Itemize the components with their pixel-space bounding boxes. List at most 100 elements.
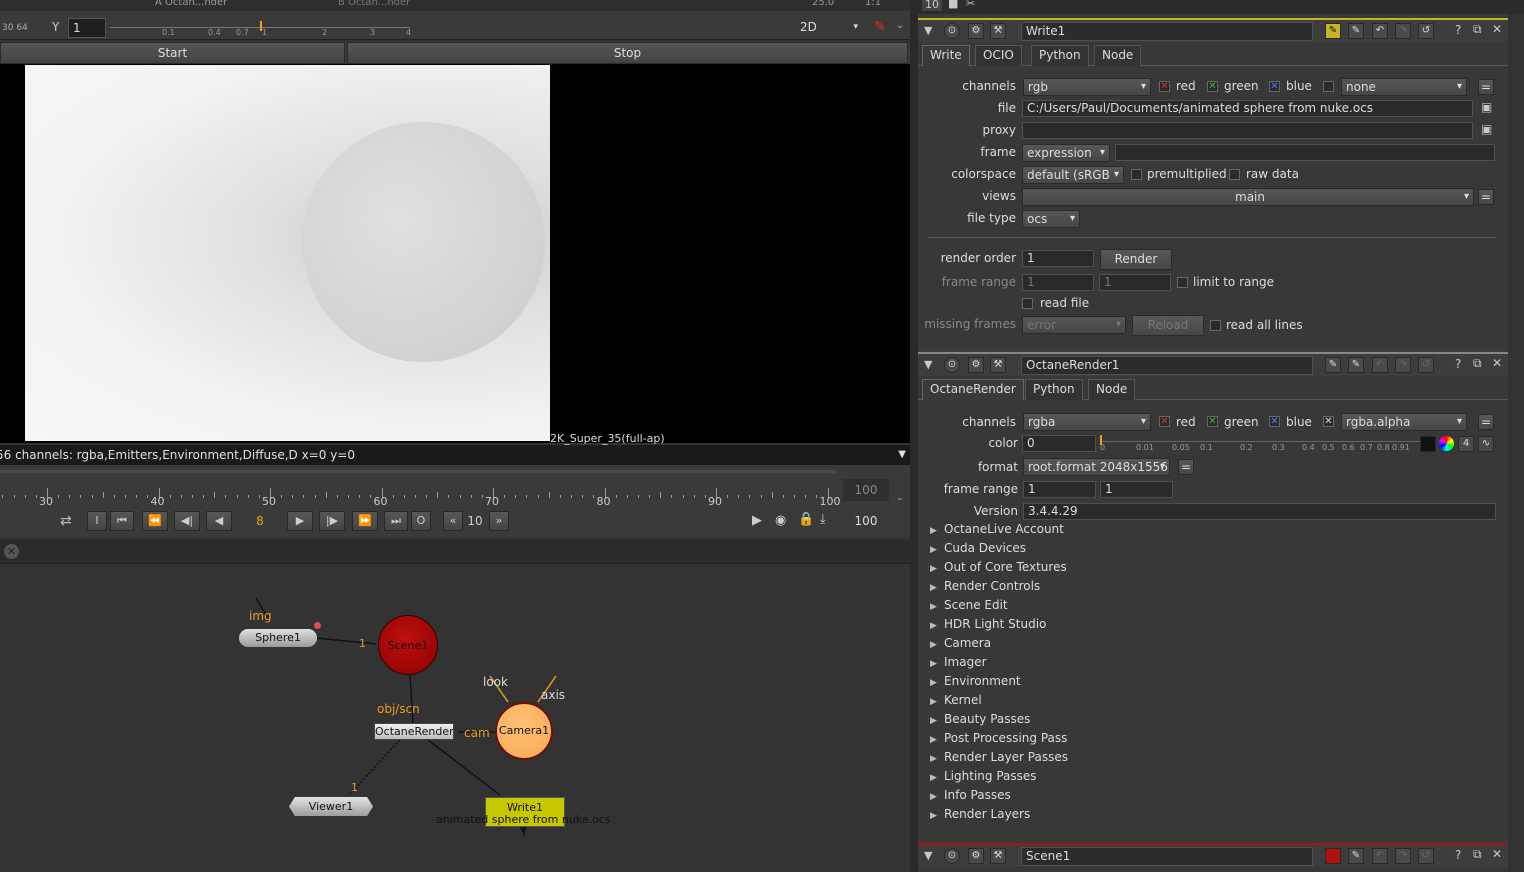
redo-icon[interactable]: ↷ bbox=[1395, 848, 1411, 864]
collapse-arrows-icon[interactable]: ⌄ bbox=[896, 20, 904, 31]
expand-triangle-icon[interactable]: ▶ bbox=[930, 697, 944, 707]
stop-button[interactable]: Stop bbox=[347, 42, 908, 64]
write-node-name-field[interactable]: Write1 bbox=[1021, 22, 1313, 41]
font-color-icon[interactable]: ✎ bbox=[1348, 23, 1364, 39]
views-dropdown[interactable]: main bbox=[1022, 188, 1474, 206]
color-wheel-icon[interactable] bbox=[1439, 436, 1454, 451]
triangle-down-icon[interactable]: ▼ bbox=[898, 445, 906, 465]
format-link-icon[interactable]: = bbox=[1178, 459, 1194, 475]
reload-button[interactable]: Reload bbox=[1132, 315, 1204, 336]
undo-icon[interactable]: ↶ bbox=[1372, 23, 1388, 39]
colorspace-dropdown[interactable]: default (sRGB bbox=[1022, 166, 1124, 184]
step-forward-icon[interactable]: » bbox=[489, 511, 509, 531]
expand-triangle-icon[interactable]: ▶ bbox=[930, 773, 944, 783]
color-input[interactable]: 0 bbox=[1022, 435, 1096, 452]
expand-triangle-icon[interactable]: ▶ bbox=[930, 735, 944, 745]
wrench-icon[interactable]: ⚒ bbox=[990, 23, 1006, 39]
first-frame-icon[interactable]: ⏮ bbox=[110, 511, 134, 531]
tile-color-icon[interactable]: ✎ bbox=[1325, 357, 1341, 373]
redo-icon[interactable]: ↷ bbox=[1395, 357, 1411, 373]
next-keyframe-icon[interactable]: ⏩ bbox=[352, 511, 378, 531]
folder-icon[interactable]: ▣ bbox=[1481, 100, 1492, 114]
limit-to-range-checkbox[interactable] bbox=[1177, 277, 1188, 288]
read-file-checkbox[interactable] bbox=[1022, 298, 1033, 309]
timeline-ruler[interactable]: 30 40 50 60 70 80 90 100 bbox=[0, 470, 841, 510]
max-panels-field[interactable]: 10 bbox=[922, 0, 942, 11]
current-frame-field[interactable]: 8 bbox=[240, 511, 280, 531]
red-checkbox[interactable]: ✕ bbox=[1159, 416, 1170, 427]
color-channel-count[interactable]: 4 bbox=[1458, 436, 1474, 452]
green-checkbox[interactable]: ✕ bbox=[1207, 81, 1218, 92]
expand-triangle-icon[interactable]: ▶ bbox=[930, 754, 944, 764]
lock-icon[interactable]: ■ bbox=[948, 0, 958, 10]
close-icon[interactable]: ✕ bbox=[1492, 22, 1502, 36]
pane-splitter[interactable] bbox=[910, 0, 918, 872]
frame-range-end-input[interactable]: 1 bbox=[1099, 274, 1171, 291]
group-beauty-passes[interactable]: ▶ Beauty Passes bbox=[930, 712, 1030, 726]
octane-render-node[interactable]: OctaneRender1 bbox=[374, 723, 454, 740]
frame-range-start-input[interactable]: 1 bbox=[1022, 274, 1094, 291]
expand-triangle-icon[interactable]: ▶ bbox=[930, 621, 944, 631]
expand-triangle-icon[interactable]: ▶ bbox=[930, 659, 944, 669]
group-camera[interactable]: ▶ Camera bbox=[930, 636, 991, 650]
collapse-triangle-icon[interactable]: ▼ bbox=[924, 849, 932, 862]
raw-data-checkbox[interactable] bbox=[1229, 169, 1240, 180]
expand-icon[interactable]: ⌄ bbox=[896, 493, 904, 503]
step-back-icon[interactable]: « bbox=[443, 511, 463, 531]
tab-octanerender[interactable]: OctaneRender bbox=[922, 379, 1024, 400]
revert-icon[interactable]: ↺ bbox=[1418, 23, 1434, 39]
next-frame-icon[interactable]: |▶ bbox=[319, 511, 345, 531]
expand-triangle-icon[interactable]: ▶ bbox=[930, 640, 944, 650]
tab-python[interactable]: Python bbox=[1025, 379, 1083, 400]
wrench-icon[interactable]: ⚒ bbox=[990, 357, 1006, 373]
help-icon[interactable]: ? bbox=[1455, 848, 1461, 862]
extra-channel-dropdown[interactable]: none bbox=[1341, 78, 1467, 96]
clear-panels-icon[interactable]: ✂ bbox=[966, 0, 975, 10]
help-icon[interactable]: ? bbox=[1455, 357, 1461, 371]
tab-ocio[interactable]: OCIO bbox=[975, 45, 1022, 66]
blue-checkbox[interactable]: ✕ bbox=[1269, 416, 1280, 427]
float-panel-icon[interactable]: ⧉ bbox=[1473, 356, 1482, 371]
group-post-processing-pass[interactable]: ▶ Post Processing Pass bbox=[930, 731, 1067, 745]
group-lighting-passes[interactable]: ▶ Lighting Passes bbox=[930, 769, 1037, 783]
collapse-triangle-icon[interactable]: ▼ bbox=[924, 358, 932, 371]
font-color-icon[interactable]: ✎ bbox=[1348, 848, 1364, 864]
read-all-lines-checkbox[interactable] bbox=[1210, 320, 1221, 331]
node-settings-icon[interactable]: ⚙ bbox=[968, 848, 984, 864]
octane-node-name-field[interactable]: OctaneRender1 bbox=[1021, 356, 1313, 375]
expand-triangle-icon[interactable]: ▶ bbox=[930, 545, 944, 555]
revert-icon[interactable]: ↺ bbox=[1418, 848, 1434, 864]
tab-python[interactable]: Python bbox=[1031, 45, 1089, 66]
prev-frame-icon[interactable]: ◀| bbox=[174, 511, 200, 531]
group-cuda-devices[interactable]: ▶ Cuda Devices bbox=[930, 541, 1026, 555]
frame-range-start-input[interactable]: 1 bbox=[1023, 481, 1096, 498]
expand-triangle-icon[interactable]: ▶ bbox=[930, 564, 944, 574]
lock-icon[interactable]: 🔒 bbox=[798, 512, 814, 527]
frame-mode-dropdown[interactable]: expression bbox=[1022, 144, 1110, 162]
color-swatch[interactable] bbox=[1420, 436, 1436, 452]
file-input[interactable]: C:/Users/Paul/Documents/animated sphere … bbox=[1022, 100, 1473, 117]
expand-triangle-icon[interactable]: ▶ bbox=[930, 602, 944, 612]
group-octanelive-account[interactable]: ▶ OctaneLive Account bbox=[930, 522, 1064, 536]
revert-icon[interactable]: ↺ bbox=[1418, 357, 1434, 373]
input-a-label[interactable]: A Octan...nder bbox=[155, 0, 227, 8]
green-checkbox[interactable]: ✕ bbox=[1207, 416, 1218, 427]
blue-checkbox[interactable]: ✕ bbox=[1269, 81, 1280, 92]
loop-mode-icon[interactable]: ⇄ bbox=[60, 513, 72, 529]
view-mode-dropdown[interactable]: 2D ▾ bbox=[794, 17, 862, 37]
end-frame-top[interactable]: 100 bbox=[843, 479, 889, 501]
in-point-button[interactable]: I bbox=[87, 511, 107, 531]
viewer-node[interactable]: Viewer1 bbox=[289, 797, 373, 816]
expand-triangle-icon[interactable]: ▶ bbox=[930, 716, 944, 726]
step-field[interactable]: 10 bbox=[464, 511, 486, 531]
center-node-icon[interactable]: ⊙ bbox=[944, 357, 960, 373]
file-type-dropdown[interactable]: ocs bbox=[1022, 210, 1080, 228]
play-forward-icon[interactable]: ▶ bbox=[287, 511, 313, 531]
folder-icon[interactable]: ▣ bbox=[1481, 122, 1492, 136]
help-icon[interactable]: ? bbox=[1455, 23, 1461, 37]
group-imager[interactable]: ▶ Imager bbox=[930, 655, 987, 669]
float-panel-icon[interactable]: ⧉ bbox=[1473, 847, 1482, 862]
group-render-layers[interactable]: ▶ Render Layers bbox=[930, 807, 1030, 821]
tab-node[interactable]: Node bbox=[1088, 379, 1136, 400]
group-kernel[interactable]: ▶ Kernel bbox=[930, 693, 982, 707]
